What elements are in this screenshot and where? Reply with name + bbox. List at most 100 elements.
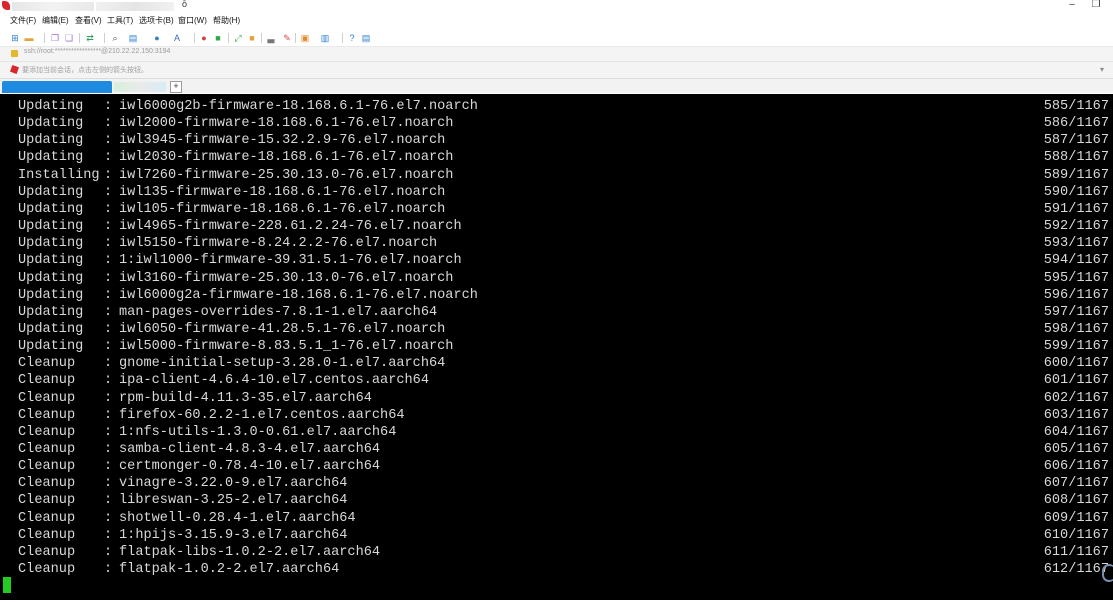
paste-icon[interactable]: ❑: [64, 33, 74, 43]
session-hint-text: 要添加当前会话，点击左侧的箭头按钮。: [22, 67, 148, 74]
line-action: Cleanup: [18, 493, 76, 509]
line-separator: :: [104, 424, 113, 440]
menu-tabs[interactable]: 选项卡(B): [139, 15, 174, 26]
line-separator: :: [104, 339, 113, 355]
terminal-output[interactable]: Updating: iwl6000g2b-firmware-18.168.6.1-…: [0, 94, 1113, 600]
line-progress-counter: 606/1167: [1043, 459, 1109, 475]
line-package: man-pages-overrides-7.8.1-1.el7.aarch64: [119, 304, 438, 320]
line-action: Cleanup: [18, 510, 76, 526]
line-progress-counter: 592/1167: [1043, 219, 1109, 235]
session-tab-redacted[interactable]: [114, 82, 166, 92]
line-progress-counter: 595/1167: [1043, 270, 1109, 286]
terminal-line: Updating: iwl4965-firmware-228.61.2.24-76…: [0, 218, 1113, 235]
add-tab-button[interactable]: +: [170, 81, 182, 93]
menu-tools[interactable]: 工具(T): [107, 15, 133, 26]
line-package: gnome-initial-setup-3.28.0-1.el7.aarch64: [119, 356, 446, 372]
new-session-icon[interactable]: ⊞: [10, 33, 20, 43]
line-package: iwl3945-firmware-15.32.2.9-76.el7.noarch: [119, 133, 446, 149]
line-progress-counter: 591/1167: [1043, 201, 1109, 217]
toolbar-divider: [194, 33, 195, 43]
chat-icon[interactable]: ▤: [361, 33, 371, 43]
line-separator: :: [104, 544, 113, 560]
record-icon[interactable]: ■: [213, 33, 223, 43]
globe-icon[interactable]: ●: [152, 33, 162, 43]
line-separator: :: [104, 459, 113, 475]
line-separator: :: [104, 390, 113, 406]
line-action: Cleanup: [18, 459, 76, 475]
line-progress-counter: 607/1167: [1043, 476, 1109, 492]
line-separator: :: [104, 236, 113, 252]
arrow-pin-icon[interactable]: [10, 65, 19, 74]
terminal-line: Updating: iwl5150-firmware-8.24.2.2-76.el…: [0, 235, 1113, 252]
terminal-line: Cleanup: certmonger-0.78.4-10.el7.aarch64…: [0, 458, 1113, 475]
compose-icon[interactable]: ▃: [266, 33, 276, 43]
line-package: 1:nfs-utils-1.3.0-0.61.el7.aarch64: [119, 424, 397, 440]
menu-view[interactable]: 查看(V): [75, 15, 102, 26]
line-progress-counter: 590/1167: [1043, 184, 1109, 200]
line-action: Cleanup: [18, 424, 76, 440]
terminal-line: Updating: iwl6000g2b-firmware-18.168.6.1-…: [0, 98, 1113, 115]
line-package: iwl2000-firmware-18.168.6.1-76.el7.noarc…: [119, 116, 454, 132]
line-progress-counter: 597/1167: [1043, 304, 1109, 320]
menu-help[interactable]: 帮助(H): [213, 15, 240, 26]
copy-icon[interactable]: ❐: [50, 33, 60, 43]
terminal-line: Cleanup: gnome-initial-setup-3.28.0-1.el7…: [0, 355, 1113, 372]
line-package: ipa-client-4.6.4-10.el7.centos.aarch64: [119, 373, 429, 389]
toolbar-divider: [104, 33, 105, 43]
keyboard-icon[interactable]: A: [172, 33, 182, 43]
terminal-line: Cleanup: libreswan-3.25-2.el7.aarch64 608/…: [0, 492, 1113, 509]
lock-screen-icon[interactable]: ■: [247, 33, 257, 43]
menu-file[interactable]: 文件(F): [10, 15, 36, 26]
minimize-button[interactable]: –: [1062, 0, 1082, 12]
line-progress-counter: 600/1167: [1043, 356, 1109, 372]
line-action: Updating: [18, 270, 84, 286]
script-icon[interactable]: ✎: [282, 33, 292, 43]
open-folder-icon[interactable]: ▬: [24, 33, 34, 43]
toolbar-divider: [44, 33, 45, 43]
tile-icon[interactable]: ▥: [320, 33, 330, 43]
line-package: iwl7260-firmware-25.30.13.0-76.el7.noarc…: [119, 167, 454, 183]
terminal-line: Updating:1:iwl1000-firmware-39.31.5.1-76…: [0, 252, 1113, 269]
menu-bar: 文件(F) 编辑(E) 查看(V) 工具(T) 选项卡(B) 窗口(W) 帮助(…: [0, 14, 1113, 29]
terminal-line: Updating: iwl3945-firmware-15.32.2.9-76.e…: [0, 132, 1113, 149]
session-tab-active[interactable]: [2, 81, 112, 93]
stop-icon[interactable]: ●: [199, 33, 209, 43]
menu-edit[interactable]: 编辑(E): [42, 15, 69, 26]
line-action: Updating: [18, 304, 84, 320]
line-package: iwl4965-firmware-228.61.2.24-76.el7.noar…: [119, 219, 462, 235]
line-package: iwl6050-firmware-41.28.5.1-76.el7.noarch: [119, 321, 446, 337]
line-progress-counter: 611/1167: [1043, 544, 1109, 560]
terminal-line: Cleanup: firefox-60.2.2-1.el7.centos.aarc…: [0, 407, 1113, 424]
restore-button[interactable]: ❐: [1086, 0, 1106, 12]
layout-icon[interactable]: ▣: [300, 33, 310, 43]
line-package: firefox-60.2.2-1.el7.centos.aarch64: [119, 407, 405, 423]
help-icon[interactable]: ?: [347, 33, 357, 43]
line-progress-counter: 603/1167: [1043, 407, 1109, 423]
line-action: Updating: [18, 201, 84, 217]
line-separator: :: [104, 321, 113, 337]
line-separator: :: [104, 356, 113, 372]
line-separator: :: [104, 150, 113, 166]
line-separator: :: [104, 562, 113, 578]
menu-window[interactable]: 窗口(W): [178, 15, 207, 26]
line-separator: :: [104, 493, 113, 509]
line-action: Installing: [18, 167, 100, 183]
line-action: Updating: [18, 150, 84, 166]
line-progress-counter: 593/1167: [1043, 236, 1109, 252]
line-separator: :: [104, 373, 113, 389]
line-progress-counter: 610/1167: [1043, 527, 1109, 543]
transfer-icon[interactable]: ⇄: [85, 33, 95, 43]
terminal-line: Updating: iwl135-firmware-18.168.6.1-76.e…: [0, 184, 1113, 201]
chevron-down-icon[interactable]: ▾: [1100, 65, 1104, 74]
line-progress-counter: 587/1167: [1043, 133, 1109, 149]
find-icon[interactable]: ⌕: [110, 33, 120, 43]
line-separator: :: [104, 304, 113, 320]
properties-icon[interactable]: ▤: [128, 33, 138, 43]
scroll-indicator-icon[interactable]: [1102, 564, 1113, 582]
line-package: iwl135-firmware-18.168.6.1-76.el7.noarch: [119, 184, 446, 200]
line-progress-counter: 586/1167: [1043, 116, 1109, 132]
title-bar: ō – ❐: [0, 0, 1113, 13]
fullscreen-icon[interactable]: ⤢: [233, 33, 243, 43]
address-bar[interactable]: ssh://root:*****************@210.22.22.1…: [0, 47, 1113, 62]
line-package: iwl105-firmware-18.168.6.1-76.el7.noarch: [119, 201, 446, 217]
